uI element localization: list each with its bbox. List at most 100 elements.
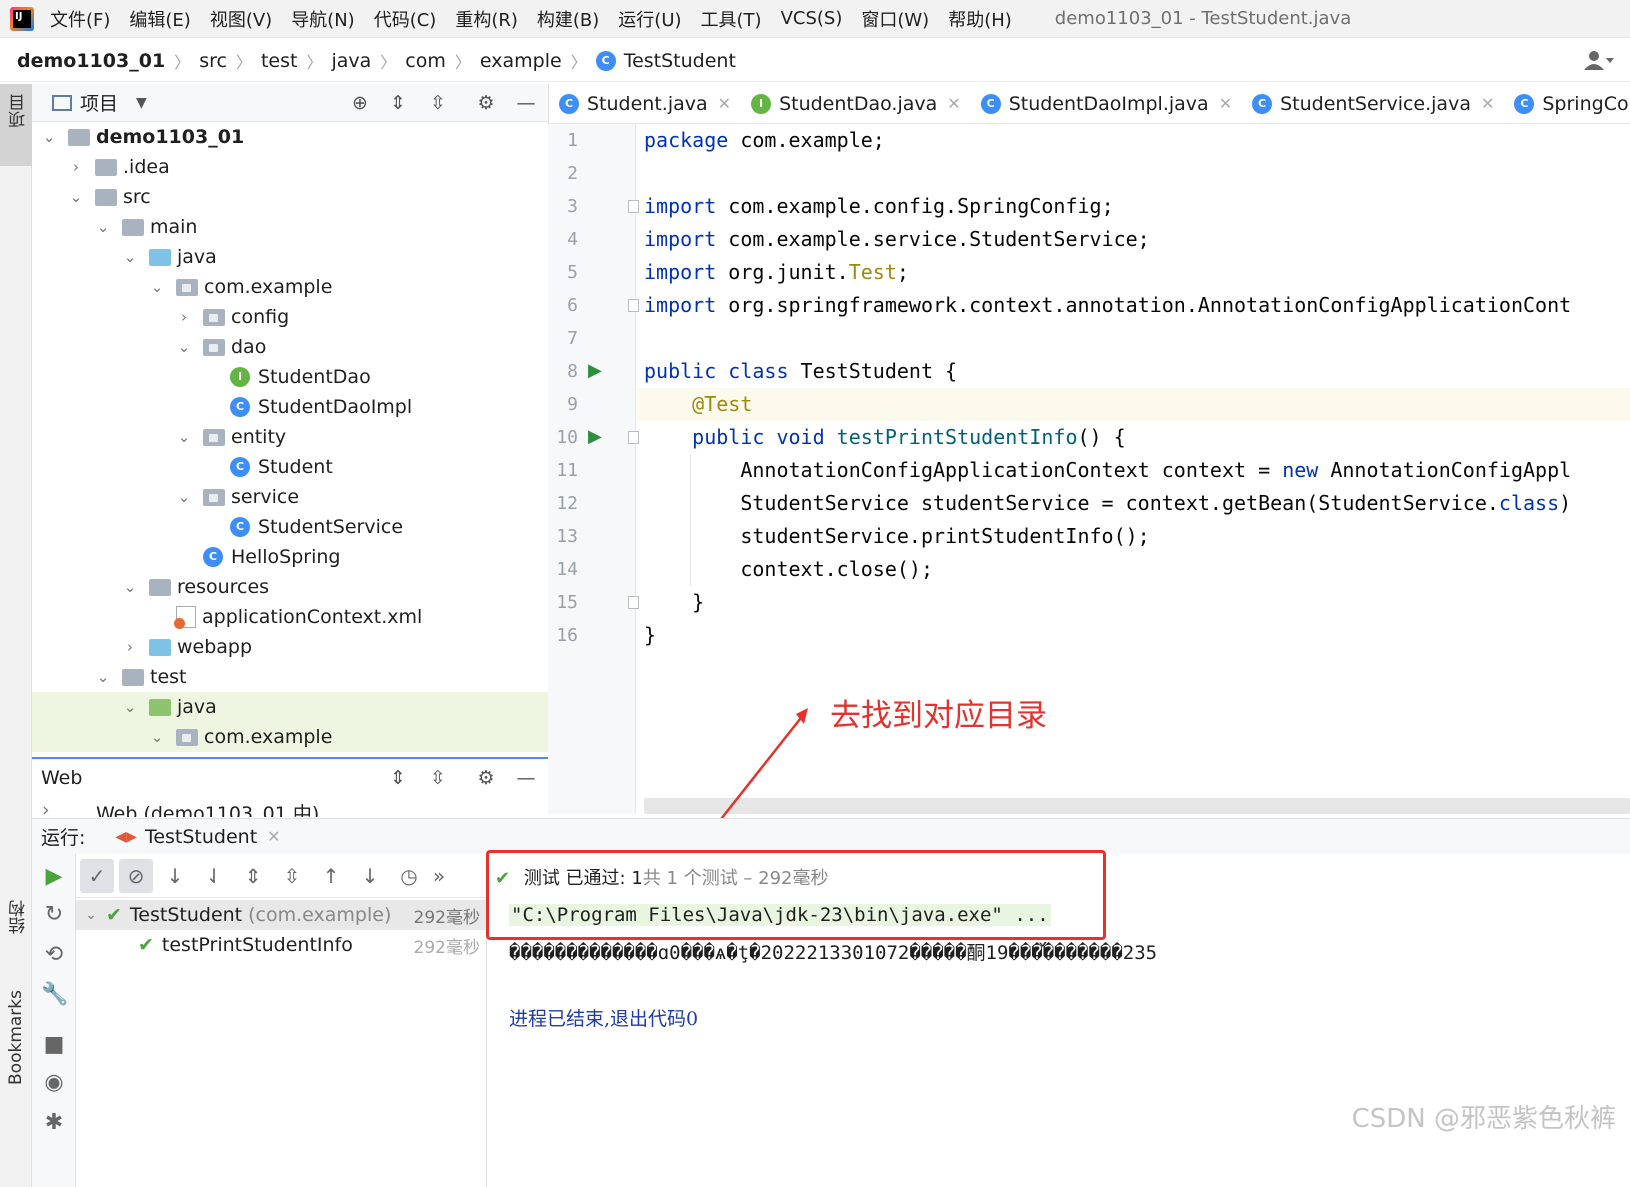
chevron-down-icon[interactable]: ⌄ <box>40 128 58 146</box>
show-passed-icon[interactable]: ✓ <box>80 858 114 893</box>
tree-item[interactable]: ⌄ com.example <box>32 722 548 752</box>
structure-stripe-button[interactable]: 结构 <box>6 900 31 934</box>
collapse-all-icon[interactable]: ⇳ <box>275 859 309 893</box>
wrench-icon[interactable]: 🔧 <box>41 982 68 1008</box>
breadcrumb-project[interactable]: demo1103_01 <box>17 50 165 72</box>
chevron-right-icon[interactable]: › <box>42 799 50 817</box>
web-panel-title[interactable]: Web <box>41 767 82 789</box>
chevron-down-icon[interactable]: ⌄ <box>148 278 166 296</box>
toggle-auto-test-icon[interactable]: ⟲ <box>41 942 67 968</box>
stop-icon[interactable]: ■ <box>41 1032 67 1058</box>
chevron-right-icon[interactable]: › <box>67 158 85 176</box>
test-row-class[interactable]: ⌄ ✔ TestStudent (com.example) 292毫秒 <box>76 900 486 930</box>
run-tab-teststudent[interactable]: TestStudent <box>145 826 257 848</box>
chevron-down-icon[interactable]: ⌄ <box>148 728 166 746</box>
tree-item[interactable]: C StudentService <box>32 512 548 542</box>
close-icon[interactable]: ✕ <box>1219 94 1232 113</box>
breadcrumb-test[interactable]: test <box>261 50 298 72</box>
chevron-down-icon[interactable]: ⌄ <box>175 338 193 356</box>
tree-item[interactable]: ⌄ dao <box>32 332 548 362</box>
editor-tab[interactable]: I StudentDao.java ✕ <box>741 84 971 124</box>
menu-refactor[interactable]: 重构(R) <box>455 6 518 32</box>
collapse-all-icon[interactable]: ⇳ <box>426 91 450 115</box>
tree-item[interactable]: ⌄ entity <box>32 422 548 452</box>
menu-run[interactable]: 运行(U) <box>618 6 681 32</box>
breadcrumb-teststudent[interactable]: TestStudent <box>624 50 736 72</box>
chevron-down-icon[interactable]: ⌄ <box>121 248 139 266</box>
next-test-icon[interactable]: ↓ <box>353 859 387 893</box>
more-icon[interactable]: » <box>431 859 447 893</box>
tree-item[interactable]: › .idea <box>32 152 548 182</box>
tree-item[interactable]: › config <box>32 302 548 332</box>
chevron-right-icon[interactable]: › <box>121 638 139 656</box>
bookmarks-stripe-button[interactable]: Bookmarks <box>6 990 26 1085</box>
menu-window[interactable]: 窗口(W) <box>861 6 929 32</box>
project-stripe-button[interactable]: 项目 <box>0 84 32 166</box>
tree-item[interactable]: C HelloSpring <box>32 542 548 572</box>
project-panel-title[interactable]: 项目 <box>80 89 118 116</box>
chevron-down-icon[interactable]: ⌄ <box>175 488 193 506</box>
breadcrumb-src[interactable]: src <box>199 50 227 72</box>
tree-item[interactable]: ⌄ test <box>32 662 548 692</box>
chevron-down-icon[interactable]: ⌄ <box>94 218 112 236</box>
editor-tab[interactable]: C StudentDaoImpl.java ✕ <box>971 84 1242 124</box>
expand-all-icon[interactable]: ⇕ <box>386 766 410 790</box>
tree-item[interactable]: ⌄ resources <box>32 572 548 602</box>
tree-item[interactable]: ⌄ com.example <box>32 272 548 302</box>
collapse-all-icon[interactable]: ⇳ <box>426 766 450 790</box>
sort-duration-icon[interactable]: ⇃ <box>197 859 231 893</box>
chevron-down-icon[interactable]: ▼ <box>136 95 147 111</box>
code-editor[interactable]: package com.example; import com.example.… <box>637 124 1630 799</box>
chevron-down-icon[interactable]: ⌄ <box>121 578 139 596</box>
menu-help[interactable]: 帮助(H) <box>948 6 1012 32</box>
editor-tab[interactable]: C SpringConf <box>1504 84 1630 124</box>
tree-item[interactable]: applicationContext.xml <box>32 602 548 632</box>
rerun-failed-icon[interactable]: ↻ <box>41 902 67 928</box>
minimize-icon[interactable]: — <box>514 766 538 790</box>
expand-all-icon[interactable]: ⇕ <box>386 91 410 115</box>
menu-view[interactable]: 视图(V) <box>210 6 272 32</box>
editor-tab[interactable]: C StudentService.java ✕ <box>1242 84 1504 124</box>
gear-icon[interactable]: ⚙ <box>474 766 498 790</box>
breadcrumb-example[interactable]: example <box>480 50 562 72</box>
tree-item[interactable]: ⌄ java <box>32 692 548 722</box>
menu-edit[interactable]: 编辑(E) <box>129 6 190 32</box>
tree-item[interactable]: ⌄ java <box>32 242 548 272</box>
tree-item[interactable]: C Student <box>32 452 548 482</box>
tree-item[interactable]: ⌄ service <box>32 482 548 512</box>
tree-item[interactable]: › webapp <box>32 632 548 662</box>
run-test-gutter-icon[interactable]: ▶ <box>588 360 610 382</box>
menu-vcs[interactable]: VCS(S) <box>781 8 843 29</box>
tree-item[interactable]: ⌄ main <box>32 212 548 242</box>
test-row-method[interactable]: ✔ testPrintStudentInfo 292毫秒 <box>76 930 486 960</box>
camera-icon[interactable]: ◉ <box>41 1070 67 1096</box>
menu-navigate[interactable]: 导航(N) <box>291 6 355 32</box>
gear-icon[interactable]: ⚙ <box>474 91 498 115</box>
breadcrumb-com[interactable]: com <box>405 50 446 72</box>
menu-tools[interactable]: 工具(T) <box>701 6 762 32</box>
breadcrumb-java[interactable]: java <box>331 50 371 72</box>
chevron-down-icon[interactable]: ⌄ <box>94 668 112 686</box>
close-icon[interactable]: ✕ <box>267 827 280 846</box>
chevron-down-icon[interactable]: ⌄ <box>175 428 193 446</box>
rerun-icon[interactable]: ▶ <box>41 864 67 890</box>
close-icon[interactable]: ✕ <box>1481 94 1494 113</box>
chevron-down-icon[interactable]: ⌄ <box>121 698 139 716</box>
minimize-icon[interactable]: — <box>514 91 538 115</box>
show-ignored-icon[interactable]: ⊘ <box>119 858 153 893</box>
tree-item[interactable]: ⌄ demo1103_01 <box>32 122 548 152</box>
locate-target-icon[interactable]: ⊕ <box>348 91 372 115</box>
sort-alpha-icon[interactable]: ↓ <box>158 859 192 893</box>
editor-tab[interactable]: C Student.java ✕ <box>549 84 741 124</box>
previous-test-icon[interactable]: ↑ <box>314 859 348 893</box>
tree-item[interactable]: ⌄ src <box>32 182 548 212</box>
pin-icon[interactable]: ✱ <box>41 1110 67 1136</box>
menu-code[interactable]: 代码(C) <box>374 6 437 32</box>
run-test-gutter-icon[interactable]: ▶ <box>588 426 610 448</box>
chevron-right-icon[interactable]: › <box>175 308 193 326</box>
close-icon[interactable]: ✕ <box>947 94 960 113</box>
close-icon[interactable]: ✕ <box>718 94 731 113</box>
chevron-down-icon[interactable]: ⌄ <box>76 907 106 923</box>
expand-all-icon[interactable]: ⇕ <box>236 859 270 893</box>
tree-item[interactable]: I StudentDao <box>32 362 548 392</box>
